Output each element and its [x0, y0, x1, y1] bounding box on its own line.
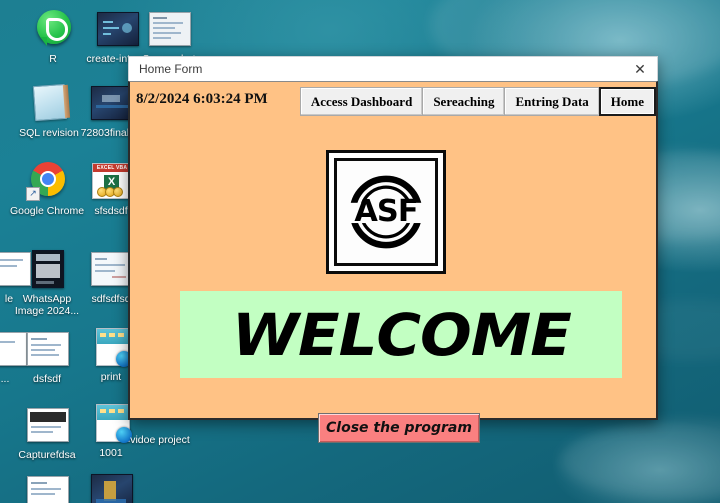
desktop-icon-bottom-mid[interactable]: [72, 470, 150, 503]
logo-inner-frame: ASF: [334, 158, 438, 266]
close-icon[interactable]: ✕: [623, 57, 657, 81]
document-thumbnail-icon: [24, 472, 70, 503]
close-the-program-button[interactable]: Close the program: [318, 413, 480, 443]
notepad-icon: [26, 82, 72, 124]
dark-document-icon: [24, 404, 70, 446]
form-body: 8/2/2024 6:03:24 PM Access Dashboard Ser…: [128, 81, 658, 443]
screenshot-thumbnail-icon: [146, 8, 192, 50]
asf-logo-graphic: ASF: [345, 175, 427, 249]
desktop-icon-label: 1001: [99, 447, 123, 459]
shortcut-arrow-icon: ↗: [26, 187, 40, 201]
document-thumbnail-icon: [24, 328, 70, 370]
chrome-icon: ↗: [24, 160, 70, 202]
svg-text:ASF: ASF: [354, 194, 417, 229]
welcome-text: WELCOME: [231, 300, 572, 369]
company-logo: ASF: [326, 150, 446, 274]
tab-access-dashboard[interactable]: Access Dashboard: [299, 87, 423, 116]
tab-entring-data[interactable]: Entring Data: [504, 87, 599, 116]
form-topbar: 8/2/2024 6:03:24 PM Access Dashboard Ser…: [130, 82, 656, 117]
wallpaper-wave: [560, 420, 720, 500]
tab-sereaching[interactable]: Sereaching: [422, 87, 505, 116]
home-form-window: Home Form ✕ 8/2/2024 6:03:24 PM Access D…: [128, 56, 658, 443]
dark-thumbnail-icon: [24, 248, 70, 290]
welcome-panel: WELCOME: [180, 291, 622, 378]
window-title: Home Form: [139, 62, 203, 76]
dark-thumbnail-icon: [88, 470, 134, 503]
window-titlebar[interactable]: Home Form ✕: [128, 56, 658, 81]
tab-home[interactable]: Home: [598, 87, 656, 116]
desktop-icon-label: vidoe project: [130, 434, 190, 446]
whatsapp-icon: [30, 8, 76, 50]
nav-tabs: Access Dashboard Sereaching Entring Data…: [299, 87, 656, 116]
datetime-label: 8/2/2024 6:03:24 PM: [136, 91, 268, 107]
desktop-icon-vidoe-project[interactable]: vidoe project: [118, 434, 202, 446]
